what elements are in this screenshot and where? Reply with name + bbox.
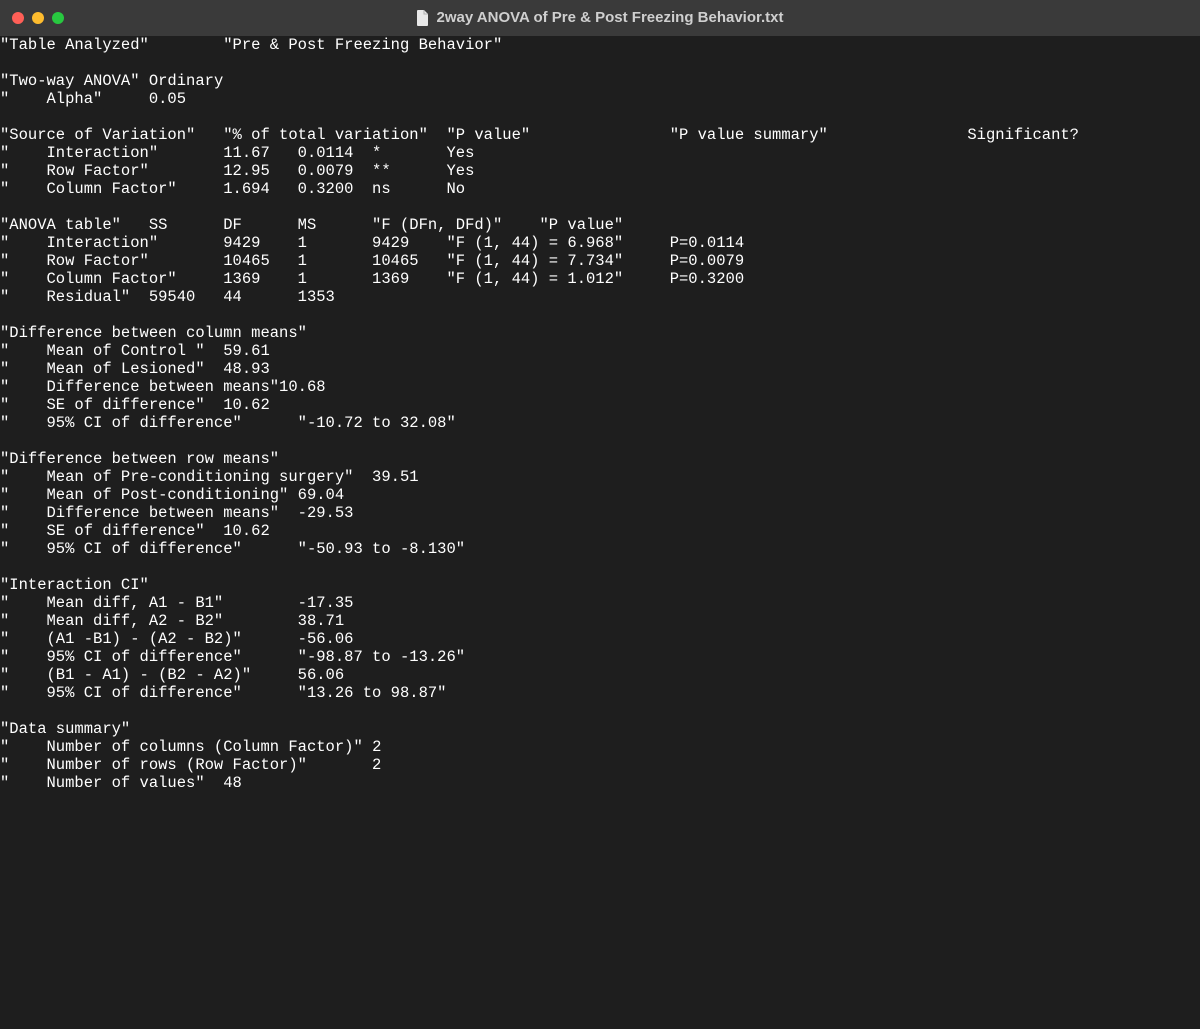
maximize-icon[interactable] (52, 12, 64, 24)
minimize-icon[interactable] (32, 12, 44, 24)
title-wrap: 2way ANOVA of Pre & Post Freezing Behavi… (0, 9, 1200, 27)
traffic-lights (0, 12, 64, 24)
window-titlebar: 2way ANOVA of Pre & Post Freezing Behavi… (0, 0, 1200, 36)
close-icon[interactable] (12, 12, 24, 24)
document-icon (416, 10, 430, 26)
window-title: 2way ANOVA of Pre & Post Freezing Behavi… (436, 9, 783, 27)
text-content[interactable]: "Table Analyzed" "Pre & Post Freezing Be… (0, 36, 1200, 792)
